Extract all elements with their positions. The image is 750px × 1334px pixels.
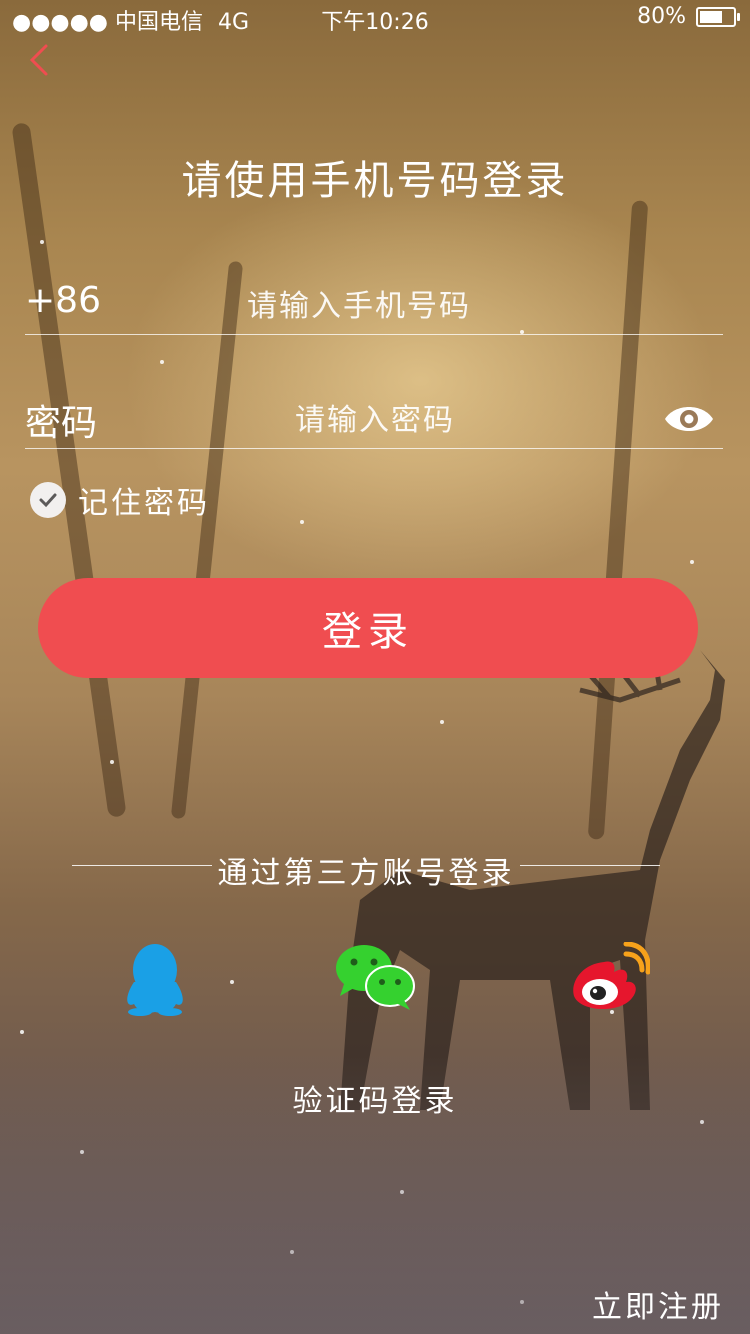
page-title: 请使用手机号码登录	[181, 158, 569, 204]
chevron-left-icon[interactable]	[24, 40, 64, 80]
third-party-title: 通过第三方账号登录	[217, 856, 515, 891]
battery-area: 80%	[637, 4, 740, 29]
eye-icon[interactable]	[663, 400, 715, 438]
checkmark-icon[interactable]	[30, 482, 66, 518]
password-input[interactable]	[293, 390, 657, 450]
remember-password[interactable]: 记住密码	[30, 478, 210, 522]
verification-code-login-link[interactable]: 验证码登录	[0, 1076, 750, 1120]
password-row: 密码	[25, 390, 723, 450]
battery-percent: 80%	[637, 4, 686, 29]
phone-input[interactable]	[245, 276, 719, 336]
register-link[interactable]: 立即注册	[592, 1282, 724, 1326]
phone-row: +86	[25, 276, 723, 336]
tree-trunk	[170, 260, 244, 820]
battery-icon	[696, 6, 740, 27]
remember-label: 记住密码	[78, 486, 210, 521]
qq-icon[interactable]	[122, 942, 188, 1016]
status-bar: ●●●●● 中国电信 4G 下午10:26 80%	[0, 0, 750, 36]
password-label: 密码	[25, 403, 98, 444]
wechat-icon[interactable]	[334, 942, 416, 1012]
country-code-prefix[interactable]: +86	[25, 280, 101, 321]
third-party-divider: 通过第三方账号登录	[72, 848, 660, 891]
weibo-icon[interactable]	[570, 942, 650, 1014]
tree-trunk	[11, 122, 127, 818]
divider-line-right	[520, 865, 660, 866]
login-button[interactable]: 登录	[38, 578, 698, 678]
